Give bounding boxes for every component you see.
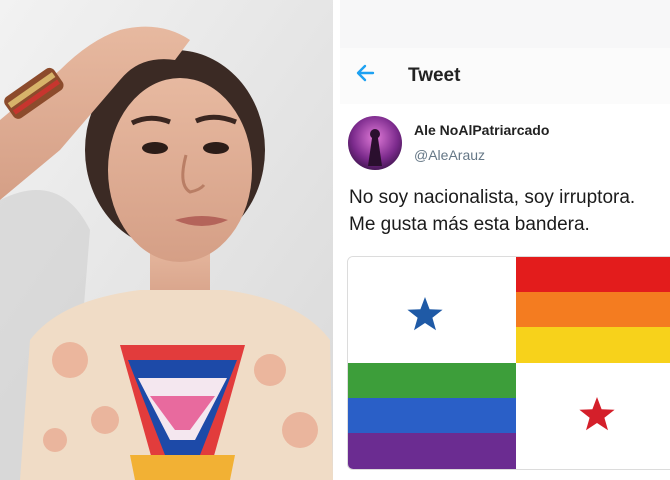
display-name[interactable]: Ale NoAlPatriarcado [414, 122, 549, 138]
user-handle[interactable]: @AleArauz [414, 147, 485, 163]
tweet-text: No soy nacionalista, soy irruptora. Me g… [349, 187, 636, 235]
back-arrow-icon[interactable] [354, 62, 376, 84]
portrait-photo [0, 0, 333, 480]
flag-image[interactable] [347, 256, 670, 470]
portrait-illustration [0, 0, 333, 480]
page-title: Tweet [408, 65, 461, 86]
tweet: Ale NoAlPatriarcado @AleArauz No soy nac… [340, 104, 670, 480]
top-bar: Tweet [340, 48, 670, 105]
tweet-screenshot: Tweet Ale NoAlPatriarcado @AleArauz No s… [340, 0, 670, 480]
avatar[interactable] [348, 116, 402, 170]
